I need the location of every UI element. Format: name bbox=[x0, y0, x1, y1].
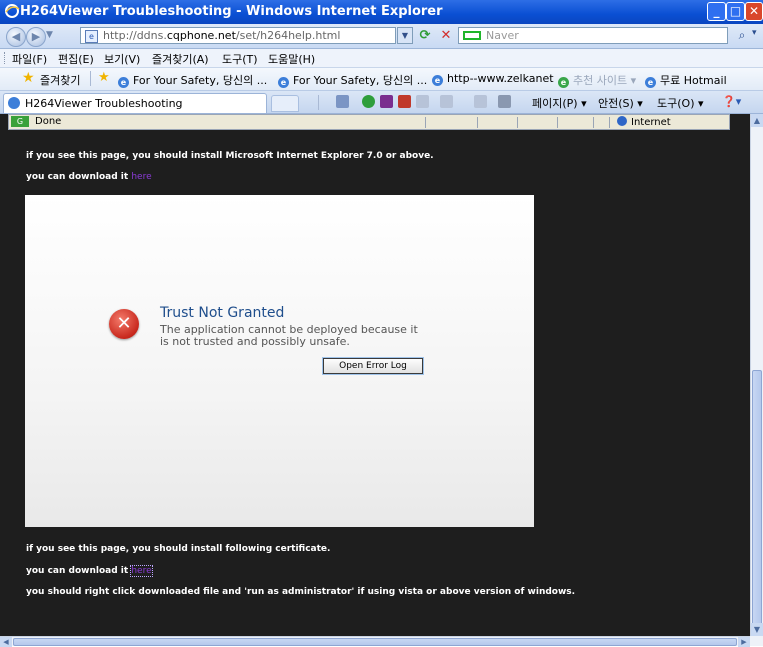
search-placeholder: Naver bbox=[486, 29, 519, 42]
instruction-line-ie: if you see this page, you should install… bbox=[26, 151, 434, 161]
menu-bar: 파일(F) 편집(E) 보기(V) 즐겨찾기(A) 도구(T) 도움말(H) bbox=[0, 49, 763, 68]
globe-icon bbox=[617, 116, 627, 126]
search-icon[interactable]: ⌕ bbox=[733, 27, 751, 44]
status-bar: G Done Internet bbox=[8, 114, 730, 130]
download-line-ie: you can download it here bbox=[26, 172, 152, 182]
horizontal-scroll-thumb[interactable] bbox=[13, 638, 737, 646]
dialog-title: Trust Not Granted bbox=[160, 305, 285, 321]
page-content: if you see this page, you should install… bbox=[0, 114, 750, 636]
menu-help[interactable]: 도움말(H) bbox=[268, 51, 315, 67]
download-line-cert: you can download it here bbox=[26, 565, 153, 577]
error-dialog-screenshot: ✕ Trust Not Granted The application cann… bbox=[25, 195, 534, 527]
address-url: http://ddns.cqphone.net/set/h264help.htm… bbox=[103, 29, 341, 42]
instruction-line-cert: if you see this page, you should install… bbox=[26, 544, 331, 554]
stop-icon[interactable]: ✕ bbox=[437, 27, 455, 44]
add-favorite-icon[interactable]: ★ bbox=[98, 70, 110, 85]
error-x-icon: ✕ bbox=[109, 309, 139, 339]
safety-menu[interactable]: 안전(S) ▾ bbox=[598, 95, 643, 111]
close-button[interactable]: ✕ bbox=[745, 2, 763, 21]
vertical-scroll-thumb[interactable] bbox=[752, 370, 762, 627]
tab-h264viewer[interactable]: H264Viewer Troubleshooting bbox=[3, 93, 267, 113]
print-icon[interactable] bbox=[498, 95, 511, 108]
help-icon[interactable]: ❓▾ bbox=[722, 95, 741, 108]
menu-favorites[interactable]: 즐겨찾기(A) bbox=[152, 51, 209, 67]
favorite-link-1[interactable]: e For Your Safety, 당신의 ... bbox=[118, 72, 267, 88]
scroll-up-icon[interactable]: ▲ bbox=[751, 114, 763, 127]
favorite-link-3[interactable]: e http--www.zelkanet bbox=[432, 72, 554, 86]
addon-gray-icon[interactable] bbox=[416, 95, 429, 108]
divider bbox=[318, 95, 319, 110]
hotmail-link[interactable]: e 무료 Hotmail bbox=[645, 72, 727, 88]
favorite-link-2[interactable]: e For Your Safety, 당신의 ... bbox=[278, 72, 427, 88]
ie-logo-icon bbox=[5, 4, 20, 18]
horizontal-scrollbar[interactable]: ◀ ▶ bbox=[0, 636, 750, 647]
addon-icon[interactable] bbox=[380, 95, 393, 108]
download-ie-link[interactable]: here bbox=[131, 172, 151, 182]
status-addon-icon: G bbox=[11, 116, 29, 127]
suggested-sites-link[interactable]: e 추천 사이트 ▾ bbox=[558, 72, 636, 88]
download-cert-link[interactable]: here bbox=[130, 565, 153, 577]
window-title: H264Viewer Troubleshooting - Windows Int… bbox=[20, 4, 443, 19]
scrollbar-corner bbox=[750, 636, 763, 646]
dialog-message-2: is not trusted and possibly unsafe. bbox=[160, 335, 350, 348]
divider bbox=[90, 71, 91, 86]
address-input[interactable]: e http://ddns.cqphone.net/set/h264help.h… bbox=[80, 27, 396, 44]
feeds-icon[interactable] bbox=[440, 95, 453, 108]
vertical-scrollbar[interactable]: ▲ ▼ bbox=[750, 114, 763, 636]
back-button[interactable]: ◀ bbox=[6, 27, 26, 47]
home-icon[interactable] bbox=[336, 95, 349, 108]
favorites-star-icon[interactable]: ★ bbox=[22, 70, 35, 86]
security-zone: Internet bbox=[617, 116, 671, 128]
tab-ie-icon bbox=[8, 97, 20, 109]
recent-pages-dropdown-icon[interactable]: ▼ bbox=[46, 30, 53, 40]
page-menu[interactable]: 페이지(P) ▾ bbox=[532, 95, 587, 111]
address-dropdown-icon[interactable]: ▼ bbox=[397, 27, 413, 44]
toolbar-grip[interactable] bbox=[4, 52, 7, 64]
status-text: Done bbox=[35, 116, 62, 127]
maximize-button[interactable]: □ bbox=[726, 2, 745, 21]
menu-edit[interactable]: 편집(E) bbox=[58, 51, 94, 67]
naver-icon bbox=[463, 31, 481, 40]
tab-row: H264Viewer Troubleshooting 페이지(P) ▾ 안전(S… bbox=[0, 91, 763, 114]
green-addon-icon[interactable] bbox=[362, 95, 375, 108]
tools-menu[interactable]: 도구(O) ▾ bbox=[657, 95, 704, 111]
minimize-button[interactable]: _ bbox=[707, 2, 726, 21]
menu-tools[interactable]: 도구(T) bbox=[222, 51, 258, 67]
favorites-button[interactable]: 즐겨찾기 bbox=[40, 72, 80, 88]
menu-view[interactable]: 보기(V) bbox=[104, 51, 140, 67]
mail-icon[interactable] bbox=[474, 95, 487, 108]
menu-file[interactable]: 파일(F) bbox=[12, 51, 47, 67]
refresh-icon[interactable]: ⟳ bbox=[416, 27, 434, 44]
page-icon: e bbox=[85, 30, 98, 43]
addon-red-icon[interactable] bbox=[398, 95, 411, 108]
search-options-icon[interactable]: ▾ bbox=[752, 28, 757, 38]
scroll-down-icon[interactable]: ▼ bbox=[751, 623, 763, 636]
favorites-bar: ★ 즐겨찾기 ★ e For Your Safety, 당신의 ... e For … bbox=[0, 68, 763, 91]
new-tab-button[interactable] bbox=[271, 95, 299, 112]
tab-label: H264Viewer Troubleshooting bbox=[25, 97, 183, 110]
title-bar: H264Viewer Troubleshooting - Windows Int… bbox=[0, 0, 763, 24]
address-toolbar: ◀ ▶ ▼ e http://ddns.cqphone.net/set/h264… bbox=[0, 24, 763, 49]
admin-instruction-line: you should right click downloaded file a… bbox=[26, 587, 576, 597]
open-error-log-button: Open Error Log bbox=[322, 357, 424, 375]
search-input[interactable]: Naver bbox=[458, 27, 728, 44]
forward-button[interactable]: ▶ bbox=[26, 27, 46, 47]
